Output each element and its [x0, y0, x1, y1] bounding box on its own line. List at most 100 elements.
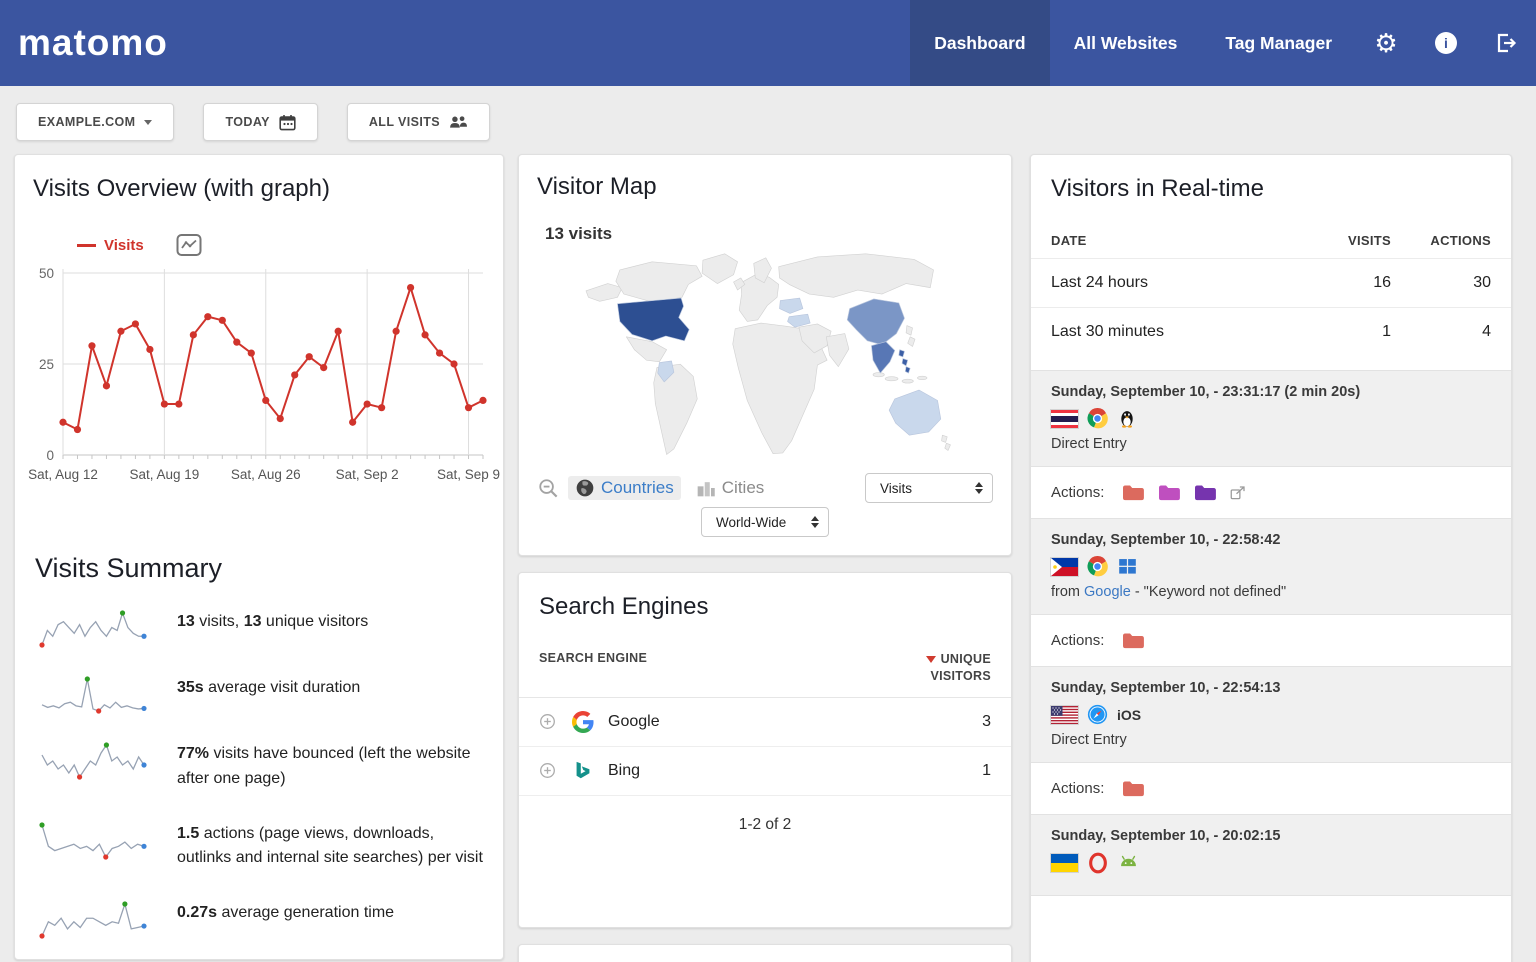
pageview-icon[interactable]	[1193, 483, 1216, 502]
engine-name-link[interactable]: Bing	[608, 762, 640, 780]
matomo-logo: matomo	[0, 22, 168, 64]
globe-icon	[575, 478, 595, 498]
visitor-actions-row: Actions:	[1031, 763, 1511, 814]
svg-text:Sat, Sep 2: Sat, Sep 2	[336, 467, 399, 482]
actions-label: Actions:	[1051, 780, 1104, 797]
info-icon[interactable]: i	[1416, 0, 1476, 86]
export-image-icon[interactable]	[176, 233, 202, 257]
bing-logo-icon	[572, 760, 594, 782]
ios-os-label: iOS	[1117, 707, 1141, 723]
visit-datetime: Sunday, September 10, - 23:31:17 (2 min …	[1051, 384, 1491, 400]
column-visits: VISITS	[1291, 233, 1391, 248]
map-ukraine-highlight	[780, 298, 803, 313]
visits-line-chart[interactable]: 02550Sat, Aug 12Sat, Aug 19Sat, Aug 26Sa…	[33, 259, 485, 491]
visit-datetime: Sunday, September 10, - 20:02:15	[1051, 828, 1491, 844]
map-view-cities-toggle[interactable]: Cities	[689, 476, 772, 500]
map-usa-highlight	[617, 298, 689, 341]
pageview-icon[interactable]	[1157, 483, 1180, 502]
expand-plus-icon[interactable]	[539, 713, 556, 730]
map-region-select[interactable]: World-Wide	[701, 507, 829, 537]
visit-datetime: Sunday, September 10, - 22:58:42	[1051, 532, 1491, 548]
map-turkey-highlight	[788, 314, 811, 327]
unique-visitors-value: 1	[982, 762, 991, 780]
duration-sparkline[interactable]	[37, 676, 149, 716]
nav-tab-dashboard[interactable]: Dashboard	[910, 0, 1049, 86]
nav-tab-tag-manager[interactable]: Tag Manager	[1201, 0, 1356, 86]
summary-item-bounce: 77% visits have bounced (left the websit…	[33, 742, 485, 792]
sort-desc-icon	[926, 656, 936, 663]
map-metric-select[interactable]: Visits	[865, 473, 993, 503]
widget-title: Search Engines	[519, 593, 1011, 621]
visitor-entry: Sunday, September 10, - 20:02:15	[1031, 814, 1511, 896]
pageview-icon[interactable]	[1121, 631, 1144, 650]
widget-title: Visits Overview (with graph)	[33, 175, 485, 203]
bounce-sparkline[interactable]	[37, 740, 149, 782]
select-arrows-icon	[975, 482, 983, 494]
region-select-value: World-Wide	[716, 515, 786, 530]
svg-text:25: 25	[39, 357, 54, 372]
actions-sparkline[interactable]	[37, 820, 149, 862]
column-unique-visitors[interactable]: UNIQUE VISITORS	[871, 651, 991, 685]
external-link-icon[interactable]	[1229, 484, 1247, 502]
visits-sparkline[interactable]	[37, 610, 149, 650]
visits-legend-label: Visits	[104, 237, 144, 254]
map-visits-count: 13 visits	[539, 223, 618, 245]
map-china-highlight	[847, 299, 904, 345]
generation-sparkline[interactable]	[37, 901, 149, 941]
summary-text: 35s average visit duration	[177, 679, 360, 696]
visits-summary-title: Visits Summary	[35, 553, 485, 584]
settings-gear-icon[interactable]: ⚙	[1356, 0, 1416, 86]
referrer-text: Direct Entry	[1051, 436, 1491, 452]
table-row-google: Google 3	[519, 698, 1011, 747]
chrome-browser-icon	[1087, 408, 1108, 429]
calendar-icon	[279, 114, 296, 131]
site-selector-label: EXAMPLE.COM	[38, 115, 135, 129]
map-indonesia	[873, 373, 884, 377]
visits-overview-widget: Visits Overview (with graph) Visits 0255…	[14, 154, 504, 960]
summary-item-duration: 35s average visit duration	[33, 676, 485, 720]
column-search-engine[interactable]: SEARCH ENGINE	[539, 651, 647, 665]
map-canada	[616, 262, 702, 302]
visitor-entry: Sunday, September 10, - 22:54:13 iOS Dir…	[1031, 666, 1511, 763]
summary-text: 0.27s average generation time	[177, 904, 394, 921]
nav-tab-all-websites[interactable]: All Websites	[1050, 0, 1202, 86]
us-flag-icon	[1051, 706, 1078, 724]
map-view-countries-toggle[interactable]: Countries	[568, 476, 681, 500]
signout-icon[interactable]	[1476, 0, 1536, 86]
chevron-down-icon	[144, 120, 152, 125]
svg-text:Sat, Sep 9: Sat, Sep 9	[437, 467, 500, 482]
windows-os-icon	[1117, 556, 1138, 577]
safari-browser-icon	[1087, 704, 1108, 725]
map-south-america	[654, 364, 698, 454]
engine-name-link[interactable]: Google	[608, 713, 660, 731]
svg-text:0: 0	[46, 448, 54, 463]
map-india	[826, 334, 849, 367]
zoom-out-icon[interactable]	[537, 477, 560, 500]
unique-visitors-value: 3	[982, 713, 991, 731]
expand-plus-icon[interactable]	[539, 762, 556, 779]
site-selector-button[interactable]: EXAMPLE.COM	[16, 103, 174, 141]
world-map[interactable]: 13 visits	[537, 207, 993, 465]
period-selector-button[interactable]: TODAY	[203, 103, 317, 141]
chrome-browser-icon	[1087, 556, 1108, 577]
svg-text:Sat, Aug 19: Sat, Aug 19	[129, 467, 199, 482]
segment-selector-button[interactable]: ALL VISITS	[347, 103, 490, 141]
google-referrer-link[interactable]: Google	[1084, 584, 1131, 600]
buildings-icon	[696, 478, 716, 498]
summary-item-actions: 1.5 actions (page views, downloads, outl…	[33, 822, 485, 872]
map-mexico	[626, 337, 666, 362]
widget-title: Visitors in Real-time	[1031, 155, 1511, 207]
summary-row-30min: Last 30 minutes 1 4	[1031, 307, 1511, 356]
select-arrows-icon	[811, 516, 819, 528]
opera-browser-icon	[1087, 852, 1109, 874]
thailand-flag-icon	[1051, 410, 1078, 428]
pageview-icon[interactable]	[1121, 483, 1144, 502]
visitor-actions-row: Actions:	[1031, 467, 1511, 518]
actions-label: Actions:	[1051, 632, 1104, 649]
summary-text: 13 visits, 13 unique visitors	[177, 613, 368, 630]
pageview-icon[interactable]	[1121, 779, 1144, 798]
column-actions: ACTIONS	[1391, 233, 1491, 248]
realtime-visitors-widget: Visitors in Real-time DATE VISITS ACTION…	[1030, 154, 1512, 962]
summary-text: 1.5 actions (page views, downloads, outl…	[177, 825, 483, 867]
visitor-entry: Sunday, September 10, - 23:31:17 (2 min …	[1031, 370, 1511, 467]
